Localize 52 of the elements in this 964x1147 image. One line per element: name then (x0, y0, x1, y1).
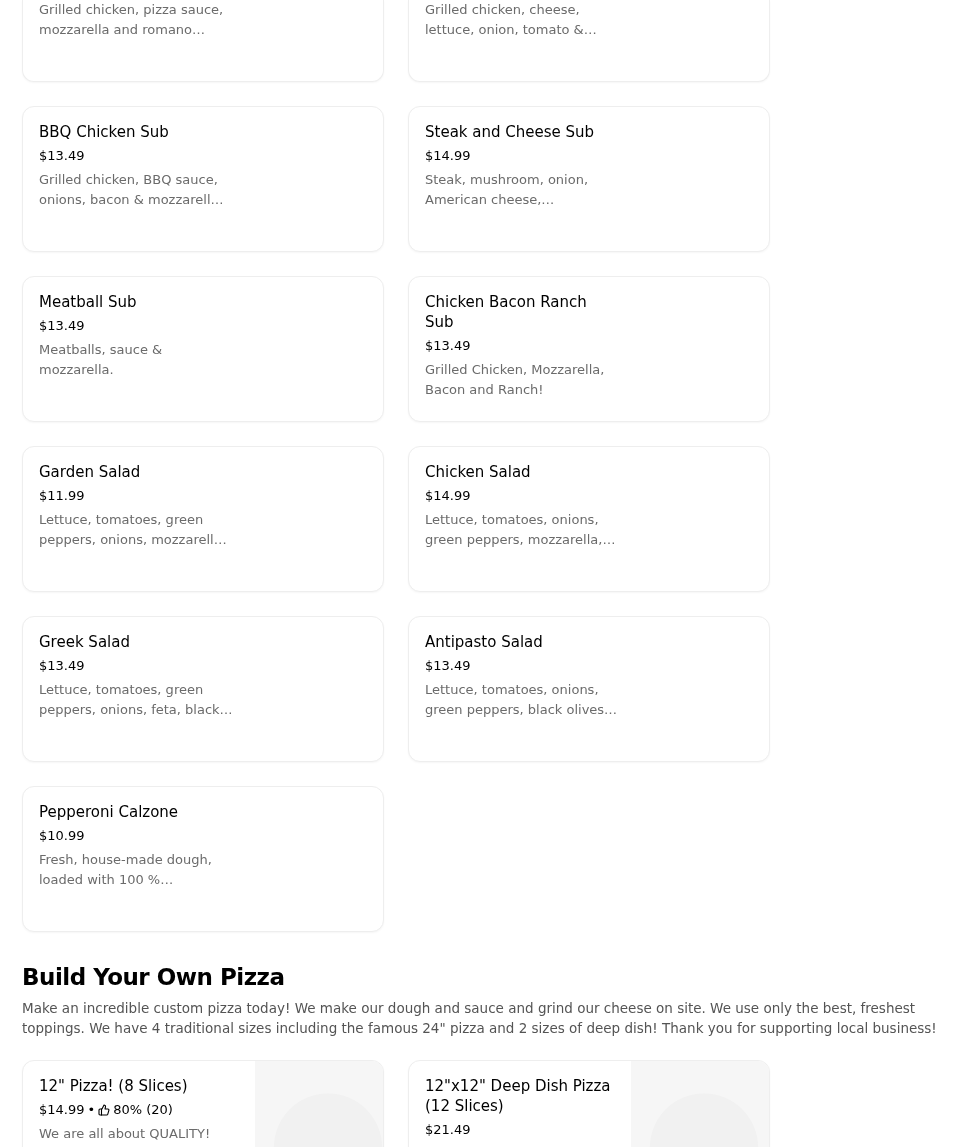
menu-card[interactable]: Pepperoni Calzone $10.99 Fresh, house-made dough, loaded with 100 %… (22, 786, 384, 932)
section-title: Build Your Own Pizza (22, 963, 286, 992)
item-price: $13.49 (39, 317, 85, 335)
item-name: Antipasto Salad (425, 632, 544, 652)
item-description: Lettuce, tomatoes, green peppers, onions, feta, black… (39, 681, 234, 719)
item-price: $11.99 (39, 487, 85, 505)
menu-card[interactable]: Chicken Salad $14.99 Lettuce, tomatoes, onions, green peppers, mozzarella,… (408, 446, 770, 592)
item-price: $13.49 (425, 657, 471, 675)
item-description: Grilled Chicken, Mozzarella, Bacon and Ranch! (425, 361, 606, 399)
menu-card[interactable]: Meatball Sub $13.49 Meatballs, sauce & mozzarella. (22, 276, 384, 422)
menu-card[interactable]: Antipasto Salad $13.49 Lettuce, tomatoes, onions, green peppers, black olives… (408, 616, 770, 762)
menu-card[interactable]: Chicken Bacon Ranch Sub $13.49 Grilled Chicken, Mozzarella, Bacon and Ranch! (408, 276, 770, 422)
item-price: $13.49 (39, 657, 85, 675)
item-name: BBQ Chicken Sub (39, 122, 170, 142)
thumbs-up-icon (98, 1104, 111, 1116)
item-price: $13.49 (425, 337, 471, 355)
item-name: Chicken Salad (425, 462, 532, 482)
item-description: Grilled chicken, cheese, lettuce, onion, tomato &… (425, 1, 598, 39)
item-description: Meatballs, sauce & mozzarella. (39, 341, 164, 379)
item-description: Lettuce, tomatoes, onions, green peppers, black olives… (425, 681, 619, 719)
menu-card[interactable]: Steak and Cheese Sub $14.99 Steak, mushroom, onion, American cheese,… (408, 106, 770, 252)
item-name: Pepperoni Calzone (39, 802, 180, 822)
item-description: Lettuce, tomatoes, onions, green peppers, mozzarella,… (425, 511, 617, 549)
menu-card[interactable]: 12"x12" Deep Dish Pizza (12 Slices) $21.49 (408, 1060, 770, 1147)
item-price: $14.99 (39, 1101, 85, 1119)
section-description: Make an incredible custom pizza today! We make our dough and sauce and grind our cheese on site. We use only the best, freshest toppings. We have 4 traditional sizes including the famous 24" pizza and 2 sizes of deep dish! Thank you for supporting local business! (22, 999, 938, 1038)
item-price: $14.99 (425, 147, 471, 165)
item-name: Chicken Bacon Ranch Sub (425, 292, 588, 332)
item-price: $13.49 (39, 147, 85, 165)
item-price: $10.99 (39, 827, 85, 845)
menu-card[interactable]: Garden Salad $11.99 Lettuce, tomatoes, green peppers, onions, mozzarell… (22, 446, 384, 592)
item-description: Grilled chicken, pizza sauce, mozzarella and romano… (39, 1, 225, 39)
item-name: Garden Salad (39, 462, 142, 482)
menu-card[interactable]: 12" Pizza! (8 Slices) $14.99 • 80% (20) We are all about QUALITY! (22, 1060, 384, 1147)
item-description: Steak, mushroom, onion, American cheese,… (425, 171, 590, 209)
item-name: 12"x12" Deep Dish Pizza (12 Slices) (425, 1076, 612, 1116)
menu-card[interactable]: BBQ Chicken Sub $13.49 Grilled chicken, BBQ sauce, onions, bacon & mozzarell… (22, 106, 384, 252)
item-price: $21.49 (425, 1121, 471, 1139)
menu-card[interactable]: Grilled chicken, cheese, lettuce, onion, tomato &… (408, 0, 770, 82)
item-rating: 80% (20) (113, 1101, 173, 1119)
menu-card[interactable]: Grilled chicken, pizza sauce, mozzarella and romano… (22, 0, 384, 82)
item-name: Greek Salad (39, 632, 131, 652)
item-description: Fresh, house-made dough, loaded with 100 %… (39, 851, 213, 889)
item-description: Lettuce, tomatoes, green peppers, onions, mozzarell… (39, 511, 228, 549)
item-name: Steak and Cheese Sub (425, 122, 596, 142)
menu-card[interactable]: Greek Salad $13.49 Lettuce, tomatoes, green peppers, onions, feta, black… (22, 616, 384, 762)
item-name: 12" Pizza! (8 Slices) (39, 1076, 189, 1096)
item-name: Meatball Sub (39, 292, 138, 312)
item-description: We are all about QUALITY! (39, 1125, 212, 1143)
item-description: Grilled chicken, BBQ sauce, onions, bacon & mozzarell… (39, 171, 225, 209)
item-price: $14.99 (425, 487, 471, 505)
separator: • (87, 1101, 96, 1119)
